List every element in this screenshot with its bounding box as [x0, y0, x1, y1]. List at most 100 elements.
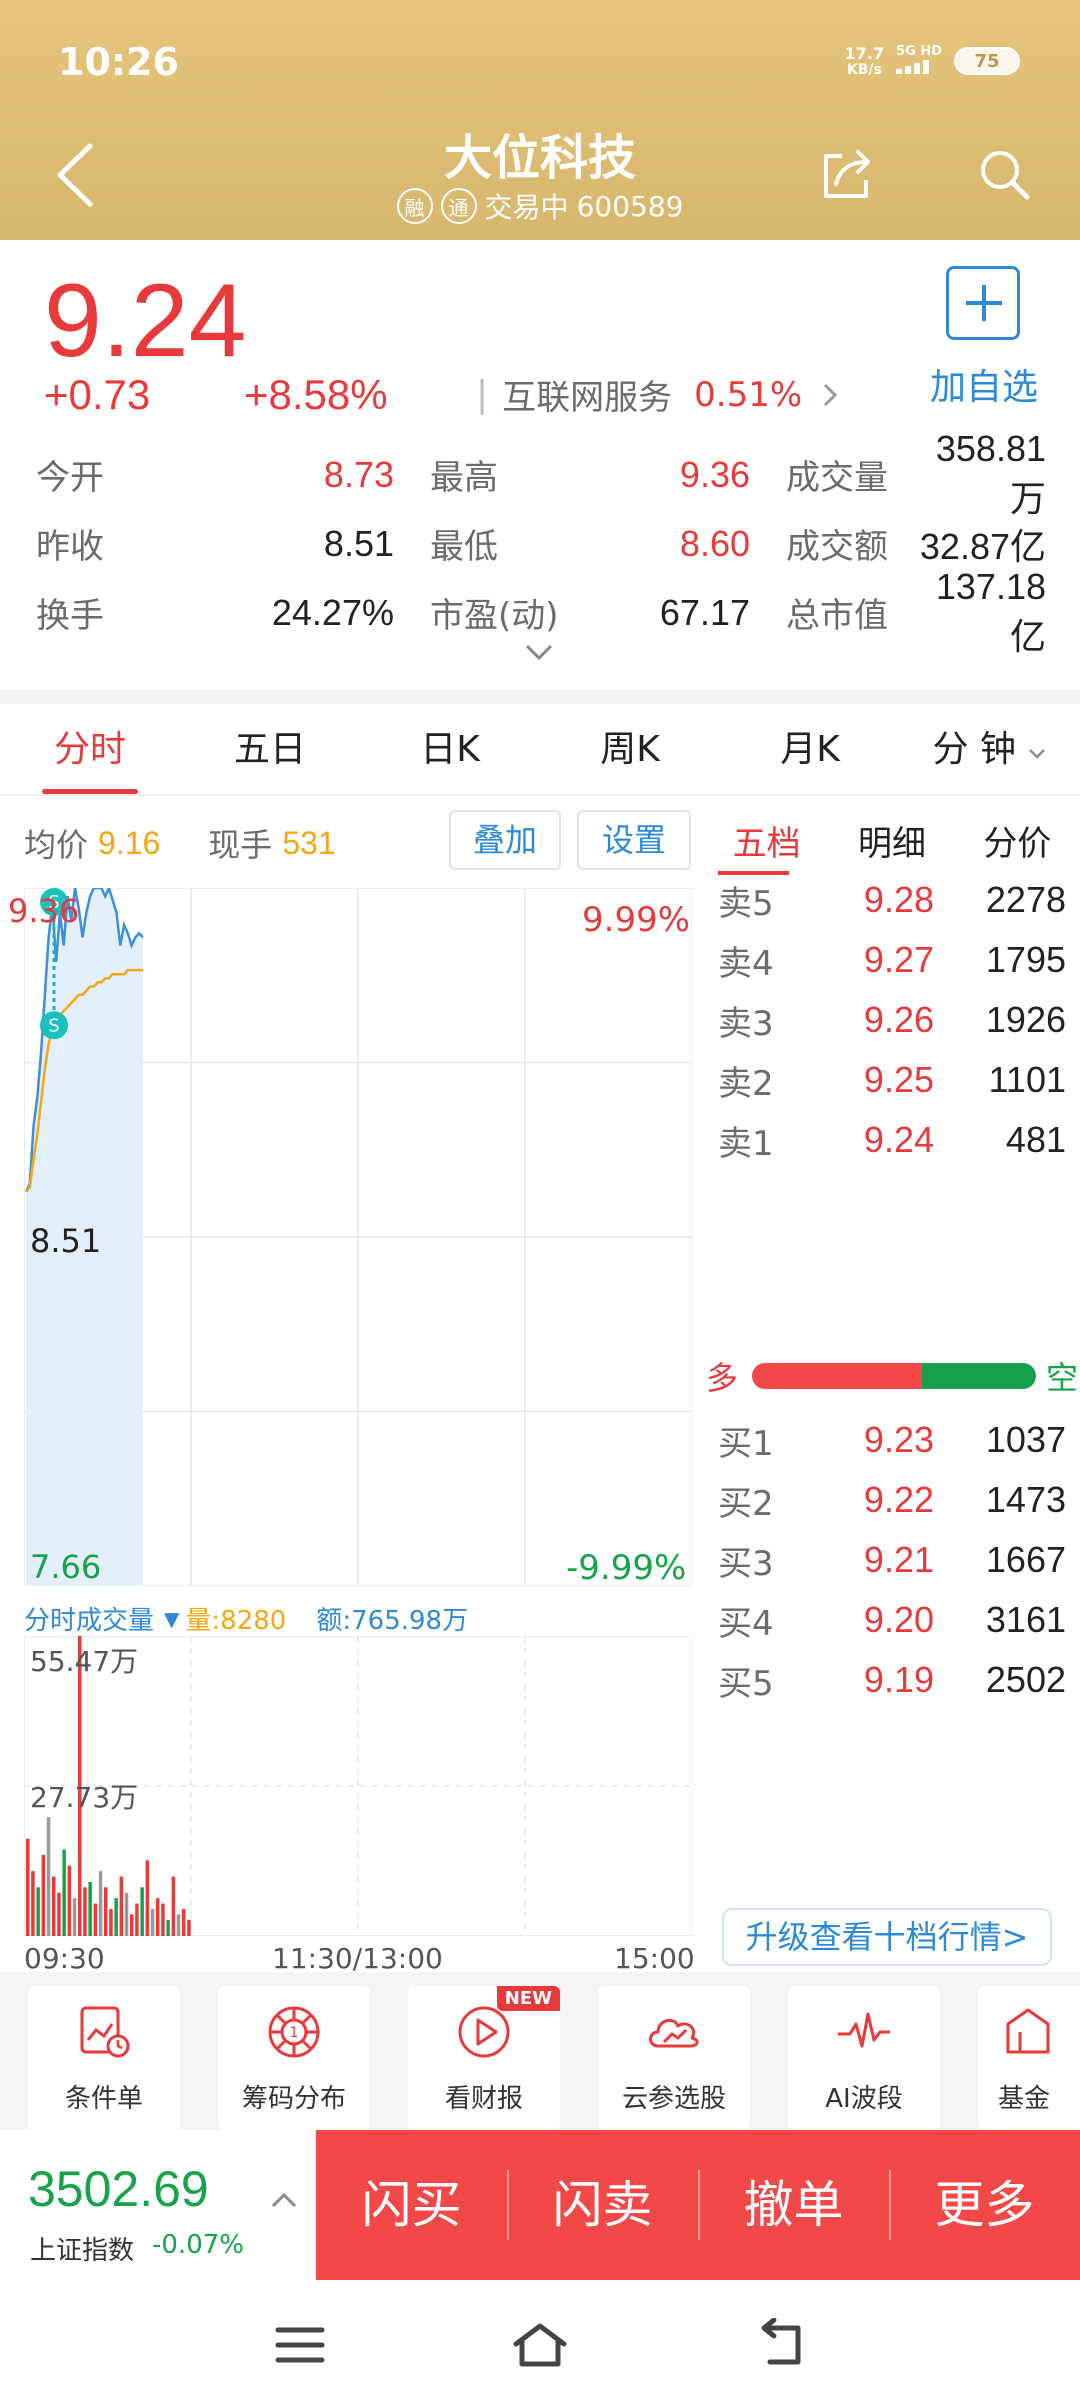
volume-bar: [176, 1914, 181, 1936]
bid-level-volume: 3161: [985, 1599, 1066, 1640]
add-watchlist-button[interactable]: [946, 266, 1020, 340]
index-ticker[interactable]: 3502.69 上证指数 -0.07%: [0, 2130, 316, 2280]
net-speed-value: 17.7: [844, 43, 885, 63]
feature-cloud-stock-pick[interactable]: 云参选股: [598, 1986, 750, 2130]
feature-condition-order[interactable]: 条件单: [28, 1986, 180, 2130]
feature-label: AI波段: [825, 2084, 903, 2114]
volume-title: 分时成交量: [24, 1606, 155, 1636]
cancel-order-button[interactable]: 撤单: [698, 2130, 889, 2280]
upgrade-ten-levels-button[interactable]: 升级查看十档行情>: [722, 1908, 1052, 1966]
volume-bar: [124, 1892, 129, 1936]
tab-five-levels[interactable]: 五档: [704, 816, 829, 875]
app-header: 10:26 17.7 KB/s 5G HD 75 大位科技 融 通 交易中 60…: [0, 0, 1080, 240]
bid-level-row[interactable]: 买5 9.19 2502: [718, 1650, 1066, 1710]
quote-stats: 今开 8.73 最高 9.36 成交量 358.81万 昨收 8.51 最低 8…: [36, 428, 1046, 657]
ask-level-row[interactable]: 卖4 9.27 1795: [718, 930, 1066, 990]
price-change-pct: +8.58%: [244, 370, 388, 418]
bid-level-row[interactable]: 买4 9.20 3161: [718, 1590, 1066, 1650]
bid-level-row[interactable]: 买3 9.21 1667: [718, 1530, 1066, 1590]
volume-bar: [114, 1898, 118, 1936]
chevron-down-icon[interactable]: [524, 642, 554, 664]
ask-level-row[interactable]: 卖1 9.24 481: [718, 1110, 1066, 1170]
connect-tag: 通: [440, 188, 477, 224]
overlay-button[interactable]: 叠加: [449, 810, 561, 870]
add-watchlist-label[interactable]: 加自选: [930, 358, 1038, 410]
ratio-bar: [752, 1363, 1036, 1389]
volume-bar: [57, 1892, 61, 1936]
menu-icon[interactable]: [270, 2318, 330, 2372]
stats-row: 换手 24.27% 市盈(动) 67.17 总市值 137.18亿: [36, 566, 1046, 657]
volume-bar: [104, 1887, 108, 1936]
low-value: 8.60: [679, 522, 750, 564]
change-row: +0.73 +8.58% | 互联网服务 0.51%: [44, 370, 838, 419]
axis-low-pct: -9.99%: [566, 1548, 687, 1588]
tab-minute[interactable]: 分 钟: [900, 704, 1080, 794]
bid-level-volume: 2502: [985, 1659, 1066, 1700]
intraday-price-chart[interactable]: SS: [24, 888, 692, 1586]
chevron-down-icon: [1029, 749, 1046, 759]
avg-price-value: 9.16: [98, 824, 161, 861]
volume-header[interactable]: 分时成交量 ▼ 量:8280 额:765.98万: [24, 1600, 468, 1637]
search-icon[interactable]: [976, 146, 1032, 202]
tab-price-dist[interactable]: 分价: [955, 816, 1080, 875]
volume-bar: [145, 1860, 150, 1936]
chevron-right-icon[interactable]: [822, 382, 838, 408]
bid-level-row[interactable]: 买1 9.23 1037: [718, 1410, 1066, 1470]
volume-bar: [26, 1838, 30, 1936]
feature-ai-wave[interactable]: AI波段: [788, 1986, 940, 2130]
trade-marker-label: S: [48, 1015, 59, 1036]
feature-financial-report[interactable]: 看财报 NEW: [408, 1986, 560, 2130]
volume-bar: [93, 1903, 98, 1936]
svg-text:1: 1: [290, 2025, 299, 2041]
feature-fund[interactable]: 基金: [978, 1986, 1080, 2130]
feature-chip-distribution[interactable]: 1 筹码分布: [218, 1986, 370, 2130]
ask-level-price: 9.27: [863, 939, 934, 980]
quick-buy-button[interactable]: 闪买: [316, 2130, 507, 2280]
home-icon[interactable]: [510, 2318, 570, 2372]
tab-monthly-k[interactable]: 月K: [720, 704, 900, 794]
bid-level-label: 买4: [718, 1603, 774, 1644]
amount-label: 成交额: [786, 527, 888, 567]
quick-sell-button[interactable]: 闪卖: [507, 2130, 698, 2280]
pulse-wave-icon: [838, 2012, 890, 2048]
ask-level-row[interactable]: 卖3 9.26 1926: [718, 990, 1066, 1050]
share-icon[interactable]: [820, 146, 876, 202]
volume-bar: [135, 1903, 139, 1936]
bid-level-label: 买2: [718, 1483, 774, 1524]
ask-level-row[interactable]: 卖2 9.25 1101: [718, 1050, 1066, 1110]
chevron-up-icon[interactable]: [270, 2190, 298, 2210]
tab-detail[interactable]: 明细: [829, 816, 954, 875]
tab-five-day[interactable]: 五日: [180, 704, 360, 794]
more-button[interactable]: 更多: [889, 2130, 1080, 2280]
ratio-bar-buy: [752, 1363, 923, 1389]
volume-bar: [98, 1871, 103, 1936]
volume-max-label: 55.47万: [30, 1645, 139, 1678]
pe-label: 市盈(动): [430, 596, 559, 636]
bid-level-row[interactable]: 买2 9.22 1473: [718, 1470, 1066, 1530]
bull-label: 多: [706, 1359, 739, 1397]
tab-weekly-k[interactable]: 周K: [540, 704, 720, 794]
market-cap-label: 总市值: [786, 596, 888, 636]
tab-daily-k[interactable]: 日K: [360, 704, 540, 794]
volume-bar: [140, 1887, 144, 1936]
sector-name[interactable]: 互联网服务: [502, 370, 672, 419]
volume-qty: 量:8280: [185, 1606, 287, 1636]
bid-level-price: 9.23: [863, 1419, 934, 1460]
bid-level-volume: 1473: [985, 1479, 1066, 1520]
tab-intraday[interactable]: 分时: [0, 704, 180, 794]
volume-bar: [83, 1887, 87, 1936]
index-name: 上证指数: [30, 2236, 135, 2266]
ask-level-row[interactable]: 卖5 9.28 2278: [718, 870, 1066, 930]
feature-label: 基金: [998, 2084, 1051, 2114]
back-nav-icon[interactable]: [752, 2318, 812, 2372]
axis-high-pct: 9.99%: [582, 900, 691, 940]
sector-pct[interactable]: 0.51%: [694, 375, 802, 415]
index-pct: -0.07%: [152, 2230, 244, 2260]
volume-bar: [52, 1876, 56, 1936]
volume-label: 成交量: [786, 458, 888, 498]
settings-button[interactable]: 设置: [577, 810, 691, 870]
time-start: 09:30: [24, 1942, 105, 1975]
section-divider: [0, 690, 1080, 704]
time-mid: 11:30/13:00: [272, 1942, 443, 1975]
volume-bar: [36, 1887, 40, 1936]
